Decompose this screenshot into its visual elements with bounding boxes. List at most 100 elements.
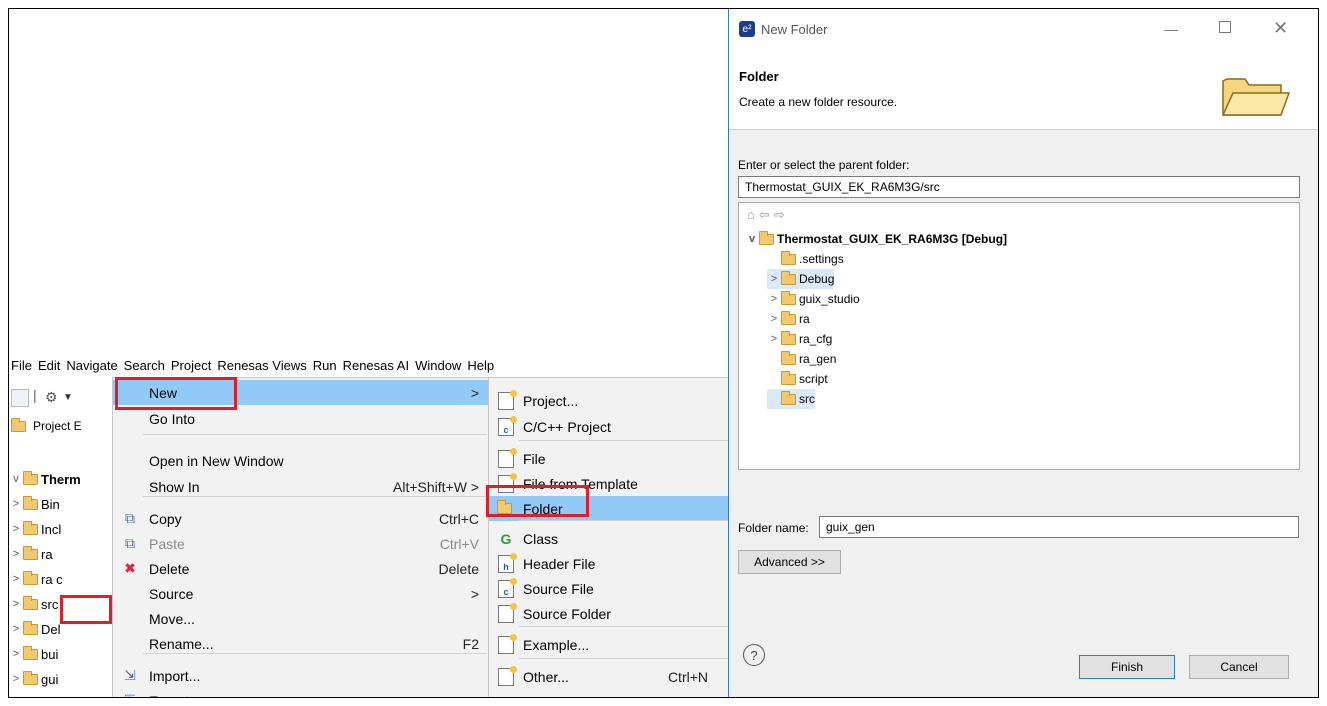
menu-separator	[143, 653, 487, 654]
toolbar-separator: |	[33, 387, 37, 403]
debug-config-icon[interactable]: ⚙	[45, 389, 58, 406]
project-tree-item[interactable]: > bui	[9, 643, 58, 665]
context-menu-item-label: Rename...	[149, 635, 214, 652]
folder-tree-item[interactable]: src	[767, 389, 815, 409]
context-menu-item-accel: Ctrl+C	[438, 510, 479, 527]
tree-root-label: Thermostat_GUIX_EK_RA6M3G [Debug]	[777, 232, 1008, 246]
submenu-item[interactable]: Other... Ctrl+N	[489, 664, 734, 689]
menu-separator	[519, 626, 732, 627]
context-menu-item[interactable]: ⧉ Copy Ctrl+C	[113, 506, 489, 531]
context-menu-item[interactable]: ✖ Delete Delete	[113, 556, 489, 581]
context-menu-item[interactable]: ⇲ Import...	[113, 663, 489, 688]
folder-tree-item-label: guix_studio	[799, 292, 860, 306]
menu-project[interactable]: Project	[171, 358, 211, 378]
submenu-item[interactable]: c C/C++ Project	[489, 414, 734, 439]
new-item-icon: h	[497, 552, 517, 573]
menu-edit[interactable]: Edit	[38, 358, 60, 378]
submenu-item[interactable]: G Class	[489, 526, 734, 551]
new-item-icon	[497, 633, 517, 654]
help-icon[interactable]: ?	[743, 644, 765, 666]
menu-search[interactable]: Search	[124, 358, 165, 378]
screenshot-frame: File Edit Navigate Search Project Renesas Vie…	[8, 8, 1319, 698]
menu-separator	[519, 658, 732, 659]
cancel-button[interactable]: Cancel	[1189, 655, 1289, 679]
folder-icon	[781, 370, 796, 385]
advanced-button[interactable]: Advanced >>	[738, 550, 841, 574]
folder-tree-item[interactable]: ra_gen	[767, 349, 836, 369]
new-item-icon	[497, 447, 517, 468]
folder-icon	[23, 470, 38, 485]
dialog-banner: Folder Create a new folder resource.	[729, 57, 1318, 130]
project-tree-item-label: Incl	[41, 521, 62, 537]
context-menu-item[interactable]: Move...	[113, 606, 489, 631]
folder-icon	[23, 670, 38, 685]
context-menu-item[interactable]: ⇱ Export...	[113, 688, 489, 697]
close-icon[interactable]: ✕	[1273, 18, 1288, 39]
menu-run[interactable]: Run	[313, 358, 337, 378]
submenu-item[interactable]: h Header File	[489, 551, 734, 576]
project-explorer-label: Project E	[33, 419, 82, 433]
menu-help[interactable]: Help	[467, 358, 494, 378]
project-tree-item-label: Del	[41, 621, 61, 637]
submenu-item[interactable]: c Source File	[489, 576, 734, 601]
project-tree-item[interactable]: > ra	[9, 543, 53, 565]
submenu-item-label: Header File	[523, 555, 596, 572]
project-tree-item[interactable]: > src	[9, 593, 58, 615]
menu-renesas-views[interactable]: Renesas Views	[217, 358, 306, 378]
new-item-icon: G	[500, 530, 512, 547]
context-menu-item-accel: >	[470, 585, 479, 602]
project-explorer-tab[interactable]: Project E	[9, 414, 113, 438]
project-tree-item[interactable]: > ra c	[9, 568, 63, 590]
folder-tree-item[interactable]: > Debug	[767, 269, 835, 289]
folder-tree-item[interactable]: script	[767, 369, 828, 389]
dialog-window-title: New Folder	[761, 21, 828, 37]
folder-tree-item-label: .settings	[799, 252, 844, 266]
folder-tree-item[interactable]: > ra_cfg	[767, 329, 832, 349]
project-tree-item-label: gui	[41, 671, 59, 687]
context-menu-item[interactable]: Source >	[113, 581, 489, 606]
save-icon[interactable]	[11, 389, 29, 407]
folder-tree-item-label: script	[799, 372, 828, 386]
new-item-icon: c	[497, 577, 517, 598]
context-menu-item[interactable]: ⧉ Paste Ctrl+V	[113, 531, 489, 556]
folder-name-label: Folder name:	[738, 521, 809, 535]
menu-navigate[interactable]: Navigate	[66, 358, 117, 378]
project-tree-item[interactable]: > Incl	[9, 518, 61, 540]
finish-button[interactable]: Finish	[1079, 655, 1175, 679]
maximize-icon[interactable]	[1219, 21, 1231, 33]
export-icon: ⇱	[121, 692, 139, 697]
menu-file[interactable]: File	[11, 358, 32, 378]
folder-tree-item[interactable]: > ra	[767, 309, 810, 329]
menu-separator	[519, 520, 732, 521]
menu-renesas-ai[interactable]: Renesas AI	[343, 358, 410, 378]
tree-root[interactable]: v Thermostat_GUIX_EK_RA6M3G [Debug]	[745, 229, 1007, 249]
dialog-description: Create a new folder resource.	[739, 95, 898, 109]
folder-icon	[781, 350, 796, 365]
submenu-item[interactable]: File	[489, 446, 734, 471]
project-tree-item[interactable]: > gui	[9, 668, 58, 690]
submenu-item[interactable]: Example...	[489, 632, 734, 657]
project-tree-item[interactable]: v Therm	[9, 468, 81, 490]
project-tree-item-label: bui	[41, 646, 59, 662]
folder-tree-item-label: ra_gen	[799, 352, 837, 366]
folder-tree-item[interactable]: > guix_studio	[767, 289, 860, 309]
submenu-item-label: Project...	[523, 392, 579, 409]
menu-window[interactable]: Window	[415, 358, 461, 378]
menu-separator	[143, 496, 487, 497]
folder-icon	[23, 570, 38, 585]
project-tree-item[interactable]: > Bin	[9, 493, 60, 515]
folder-tree[interactable]: ⌂⇦⇨ v Thermostat_GUIX_EK_RA6M3G [Debug] …	[738, 202, 1300, 470]
folder-tree-item[interactable]: .settings	[767, 249, 844, 269]
dropdown-arrow-icon[interactable]: ▼	[63, 392, 73, 403]
tree-nav-icons[interactable]: ⌂⇦⇨	[747, 207, 789, 223]
dialog-body: Enter or select the parent folder: Therm…	[729, 130, 1318, 650]
folder-name-input[interactable]: guix_gen	[819, 516, 1299, 538]
submenu-item[interactable]: Source Folder	[489, 601, 734, 626]
folder-tree-item-label: src	[799, 392, 815, 406]
minimize-icon[interactable]: —	[1164, 21, 1178, 37]
parent-folder-input[interactable]: Thermostat_GUIX_EK_RA6M3G/src	[738, 176, 1300, 198]
project-tree-item[interactable]: > Del	[9, 618, 61, 640]
context-menu-item[interactable]: Open in New Window	[113, 448, 489, 473]
submenu-item-label: Other...	[523, 668, 569, 685]
submenu-item[interactable]: Project...	[489, 388, 734, 413]
